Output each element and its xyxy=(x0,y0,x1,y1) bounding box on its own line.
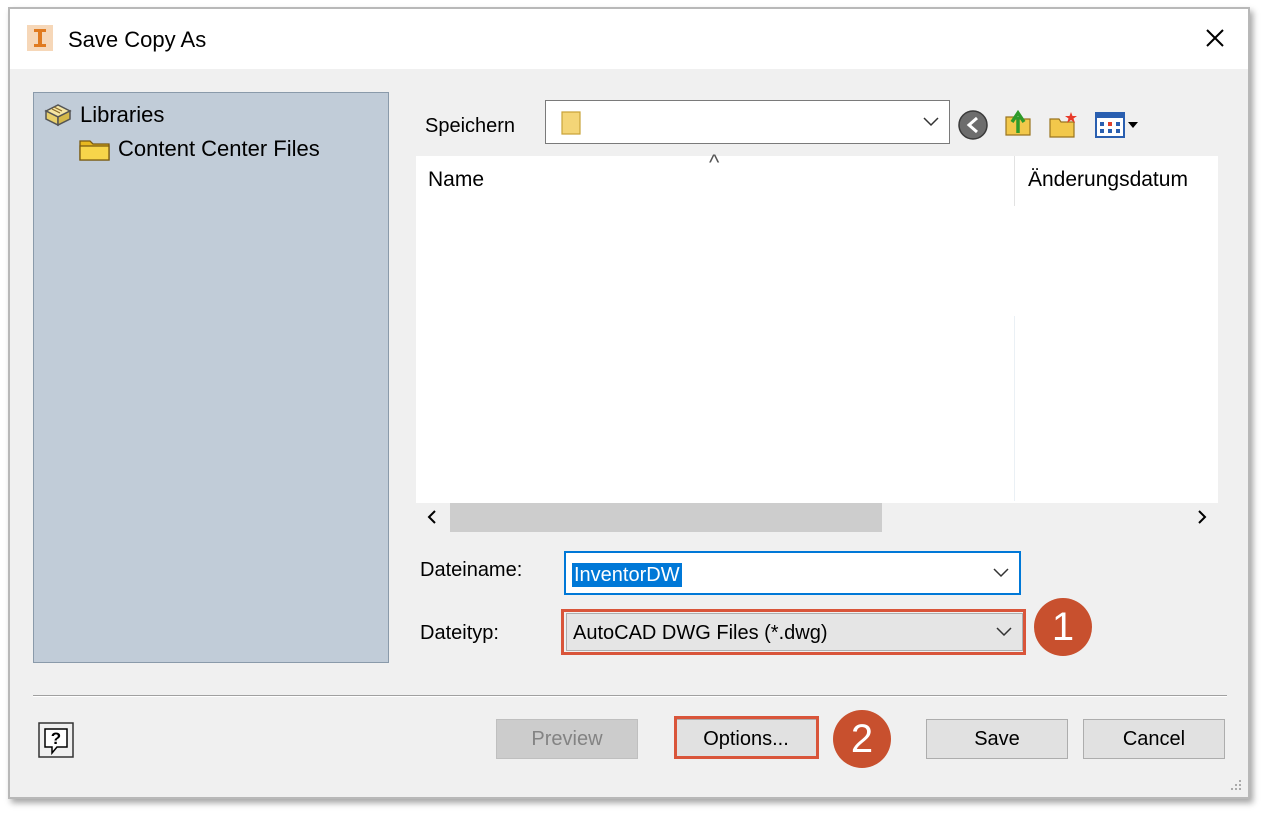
filetype-select[interactable]: AutoCAD DWG Files (*.dwg) xyxy=(566,613,1023,651)
location-combo[interactable] xyxy=(545,100,950,144)
folder-icon xyxy=(561,111,581,135)
view-menu-icon[interactable] xyxy=(1094,109,1144,141)
help-icon[interactable]: ? xyxy=(37,721,75,759)
folder-icon xyxy=(79,140,110,161)
inventor-app-icon xyxy=(27,25,53,51)
column-header-name[interactable]: Name xyxy=(428,168,484,192)
callout-badge-2: 2 xyxy=(833,710,891,768)
scrollbar-thumb[interactable] xyxy=(450,503,882,532)
scroll-left-icon[interactable] xyxy=(424,509,440,525)
new-folder-icon[interactable] xyxy=(1047,109,1079,141)
places-item-content-center-files[interactable]: Content Center Files xyxy=(78,135,320,163)
places-item-label: Content Center Files xyxy=(118,136,320,161)
up-folder-icon[interactable] xyxy=(1002,107,1034,139)
filetype-value: AutoCAD DWG Files (*.dwg) xyxy=(573,622,828,644)
close-icon[interactable] xyxy=(1200,23,1230,53)
options-button[interactable]: Options... xyxy=(675,719,817,759)
preview-button[interactable]: Preview xyxy=(496,719,638,759)
libraries-icon xyxy=(44,104,72,127)
chevron-down-icon[interactable] xyxy=(996,627,1012,637)
svg-text:?: ? xyxy=(51,729,61,748)
sort-ascending-icon: ^ xyxy=(709,150,720,175)
column-header-modified[interactable]: Änderungsdatum xyxy=(1028,168,1188,192)
save-button[interactable]: Save xyxy=(926,719,1068,759)
column-divider[interactable] xyxy=(1014,156,1015,206)
chevron-down-icon[interactable] xyxy=(923,117,939,127)
scroll-right-icon[interactable] xyxy=(1194,509,1210,525)
horizontal-scrollbar[interactable] xyxy=(416,503,1218,533)
places-item-label: Libraries xyxy=(80,102,165,127)
places-pane[interactable]: Libraries Content Center Files xyxy=(33,92,389,663)
cancel-button[interactable]: Cancel xyxy=(1083,719,1225,759)
file-list[interactable]: ^ Name Änderungsdatum xyxy=(416,150,1218,503)
dialog-title: Save Copy As xyxy=(68,27,207,52)
callout-badge-1: 1 xyxy=(1034,598,1092,656)
resize-grip-icon[interactable] xyxy=(1228,777,1242,791)
filetype-label: Dateityp: xyxy=(420,622,499,644)
save-copy-as-dialog: Save Copy As Libraries Content Center Fi… xyxy=(8,7,1250,799)
places-item-libraries[interactable]: Libraries xyxy=(42,101,164,129)
column-guide-line xyxy=(1014,316,1015,501)
back-icon[interactable] xyxy=(957,109,989,141)
filename-value: InventorDW xyxy=(572,563,682,587)
filename-field[interactable]: InventorDW xyxy=(564,551,1021,595)
filename-label: Dateiname: xyxy=(420,559,523,581)
location-label: Speichern xyxy=(425,115,516,137)
chevron-down-icon[interactable] xyxy=(993,568,1009,578)
footer-divider-highlight xyxy=(33,696,1227,697)
title-bar: Save Copy As xyxy=(10,9,1248,69)
